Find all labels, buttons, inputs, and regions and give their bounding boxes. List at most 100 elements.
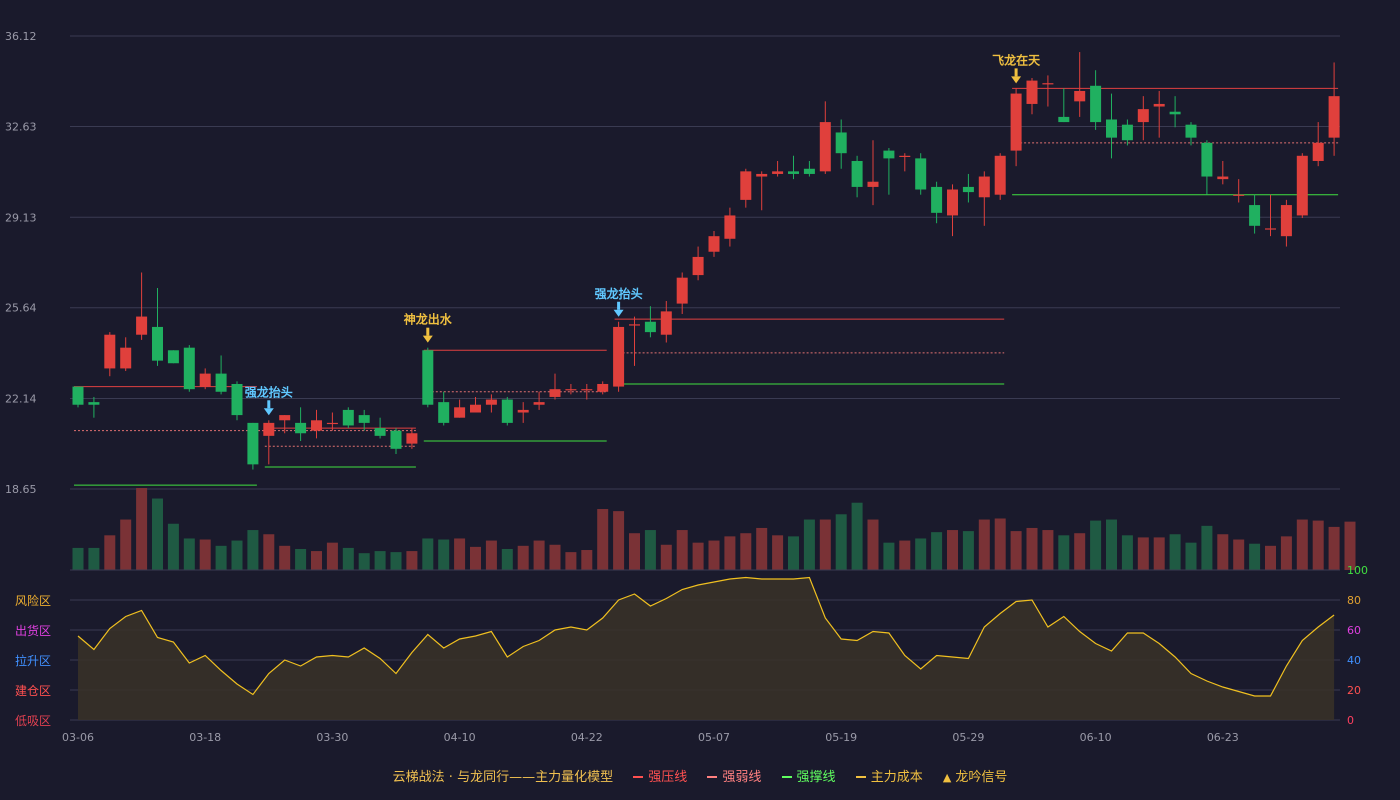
candle-body (470, 404, 481, 413)
candle (1201, 140, 1213, 195)
candle (152, 288, 163, 366)
candle-body (311, 420, 322, 431)
volume-bar (1265, 545, 1276, 570)
volume-bar (390, 552, 402, 570)
volume-bar (1074, 533, 1086, 570)
volume-bar (883, 542, 895, 570)
y-tick-label: 22.14 (5, 393, 37, 406)
candle-body (183, 347, 195, 390)
candle-body (819, 122, 831, 172)
volume-bar (72, 547, 84, 570)
x-tick-label: 05-29 (952, 731, 984, 744)
volume-bar (454, 538, 466, 570)
candle (183, 345, 195, 392)
candle-body (565, 389, 577, 391)
volume-bar (629, 533, 640, 570)
volume-bar (676, 530, 688, 570)
candle (1010, 88, 1022, 167)
candle (803, 160, 815, 177)
legend-item-cost[interactable]: 主力成本 (855, 766, 923, 785)
volume-bar (199, 539, 211, 570)
candle (1185, 122, 1197, 146)
candle (1169, 96, 1181, 128)
volume-bar (597, 509, 609, 570)
candle (470, 396, 481, 413)
legend-item-resist[interactable]: 强压线 (633, 766, 687, 785)
candle-body (851, 160, 863, 187)
volume-bar (311, 551, 322, 570)
volume-bar (501, 548, 513, 570)
volume-bar (565, 552, 577, 570)
candle (374, 417, 386, 439)
y-tick-label: 29.13 (5, 211, 37, 224)
chart-root: 强龙抬头 神龙出水 强龙抬头 飞龙在天 36.12 32.63 29.13 25.64 22.… (0, 0, 1400, 800)
volume-bar (1010, 531, 1022, 570)
candle (819, 101, 831, 174)
candle-body (136, 316, 148, 335)
y-tick-label: 25.64 (5, 302, 37, 315)
candle (263, 420, 275, 465)
volume-bar (772, 535, 784, 570)
candle-body (152, 326, 163, 361)
volume-bar (692, 542, 704, 570)
candle-body (1137, 109, 1149, 123)
candle (215, 355, 227, 395)
legend-label-resist: 强压线 (648, 770, 688, 785)
osc-tick-label: 20 (1347, 684, 1361, 697)
volume-bar (994, 518, 1006, 570)
candle (517, 402, 529, 423)
volume-bar (1312, 520, 1324, 570)
candle (406, 428, 418, 449)
candle-body (390, 430, 402, 449)
candle (597, 381, 609, 395)
candle-body (597, 383, 609, 392)
candle (1106, 93, 1117, 159)
candle-body (962, 186, 974, 193)
volume-bar (1026, 527, 1038, 570)
candle-body (1265, 228, 1276, 230)
candle (1137, 96, 1149, 141)
candle-body (199, 373, 211, 387)
candle-body (1074, 90, 1086, 102)
cost-swatch (855, 775, 866, 778)
volume-bar (1217, 534, 1229, 570)
grid (70, 35, 1340, 490)
zone-label: 低吸区 (15, 714, 51, 728)
legend-item-weak[interactable]: 强弱线 (707, 766, 761, 785)
candle (549, 373, 561, 400)
candle (199, 368, 211, 390)
volume-bar (1344, 521, 1356, 570)
candle (1058, 88, 1070, 123)
candle-body (803, 168, 815, 174)
legend-label-cost: 主力成本 (870, 770, 923, 785)
volume-bar (1121, 535, 1133, 570)
y-tick-label: 36.12 (5, 30, 37, 43)
x-tick-label: 03-18 (189, 731, 221, 744)
candle-body (438, 402, 450, 423)
volume-bar (835, 514, 847, 570)
candle (279, 415, 291, 434)
candle-body (740, 171, 752, 200)
osc-tick-label: 40 (1347, 654, 1361, 667)
legend-item-support[interactable]: 强撑线 (781, 766, 836, 785)
candle (1090, 70, 1102, 130)
candle (788, 155, 799, 180)
volume-bar (1201, 525, 1213, 570)
volume-bar (1042, 530, 1054, 570)
candle (136, 272, 148, 340)
signal-marker: 飞龙在天 (992, 52, 1041, 84)
legend-label-signal: 龙吟信号 (955, 770, 1008, 785)
candle (915, 153, 927, 195)
arrow-icon-stem (617, 301, 621, 310)
arrow-down-icon (1011, 76, 1022, 84)
volume-bar (613, 511, 625, 570)
legend-item-signal[interactable]: ▲ 龙吟信号 (943, 766, 1007, 785)
candle (708, 230, 720, 257)
volume-bar (708, 540, 720, 570)
candle-body (692, 256, 704, 276)
candle (772, 160, 784, 177)
zone-label: 建仓区 (15, 684, 51, 698)
legend-title: 云梯战法 · 与龙同行——主力量化模型 (392, 770, 614, 785)
volume-bar (263, 534, 275, 570)
candle-body (501, 399, 513, 423)
